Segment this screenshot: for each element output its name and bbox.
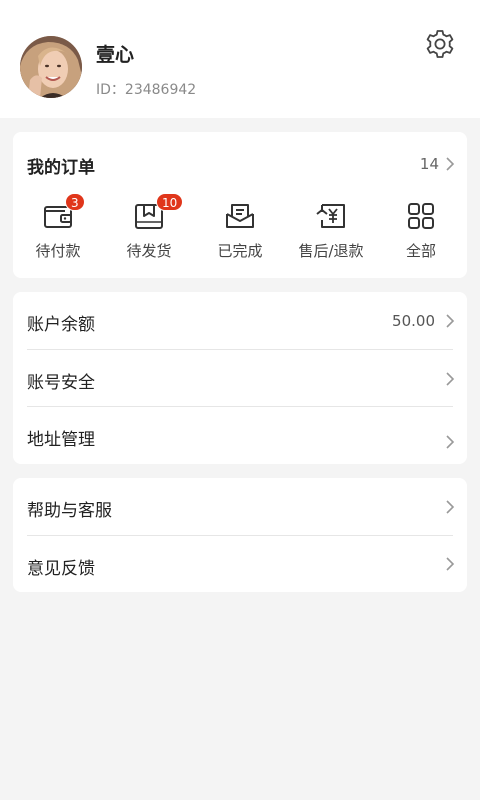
security-label: 账号安全 [27, 373, 95, 393]
username: 壹心 [96, 44, 135, 66]
help-card: 帮助与客服 意见反馈 [13, 478, 467, 592]
chevron-right-icon [445, 371, 455, 387]
profile-page: 壹心 ID：23486942 我的订单 14 3 待付款 10 待发货 已完成 … [0, 0, 480, 800]
grid-icon [405, 200, 437, 232]
chevron-right-icon [445, 156, 455, 172]
chevron-right-icon [445, 499, 455, 515]
chevron-right-icon [445, 434, 455, 450]
orders-card: 我的订单 14 3 待付款 10 待发货 已完成 售后/退款 全部 [13, 132, 467, 278]
address-label: 地址管理 [27, 430, 95, 450]
gear-icon [426, 30, 454, 58]
address-row[interactable]: 地址管理 [13, 407, 467, 464]
orders-header[interactable]: 我的订单 14 [13, 132, 467, 194]
balance-row[interactable]: 账户余额 50.00 [13, 292, 467, 349]
order-status-pending-payment[interactable]: 3 待付款 [13, 193, 103, 266]
order-status-completed[interactable]: 已完成 [195, 196, 285, 266]
chevron-right-icon [445, 313, 455, 329]
orders-count: 14 [419, 155, 439, 173]
feedback-label: 意见反馈 [27, 559, 95, 579]
order-status-label: 售后/退款 [298, 242, 364, 260]
refund-icon [315, 200, 347, 232]
avatar-image [20, 36, 82, 98]
order-status-all[interactable]: 全部 [376, 196, 466, 266]
order-status-refund[interactable]: 售后/退款 [286, 196, 376, 266]
feedback-row[interactable]: 意见反馈 [13, 536, 467, 593]
order-status-pending-shipment[interactable]: 10 待发货 [104, 193, 194, 266]
order-status-label: 待付款 [35, 242, 81, 260]
order-status-label: 已完成 [217, 242, 263, 260]
support-label: 帮助与客服 [27, 501, 112, 521]
order-status-label: 全部 [405, 242, 436, 260]
balance-label: 账户余额 [27, 315, 95, 335]
balance-value: 50.00 [392, 312, 435, 330]
pending-shipment-badge: 10 [156, 193, 184, 211]
avatar[interactable] [20, 36, 82, 98]
mail-box-icon [224, 200, 256, 232]
profile-header: 壹心 ID：23486942 [0, 0, 480, 118]
support-row[interactable]: 帮助与客服 [13, 478, 467, 535]
chevron-right-icon [445, 556, 455, 572]
user-id: ID：23486942 [96, 82, 197, 98]
order-status-label: 待发货 [126, 242, 172, 260]
pending-payment-badge: 3 [65, 193, 85, 211]
orders-title: 我的订单 [27, 158, 95, 178]
account-card: 账户余额 50.00 账号安全 地址管理 [13, 292, 467, 464]
security-row[interactable]: 账号安全 [13, 350, 467, 407]
settings-button[interactable] [424, 28, 456, 60]
